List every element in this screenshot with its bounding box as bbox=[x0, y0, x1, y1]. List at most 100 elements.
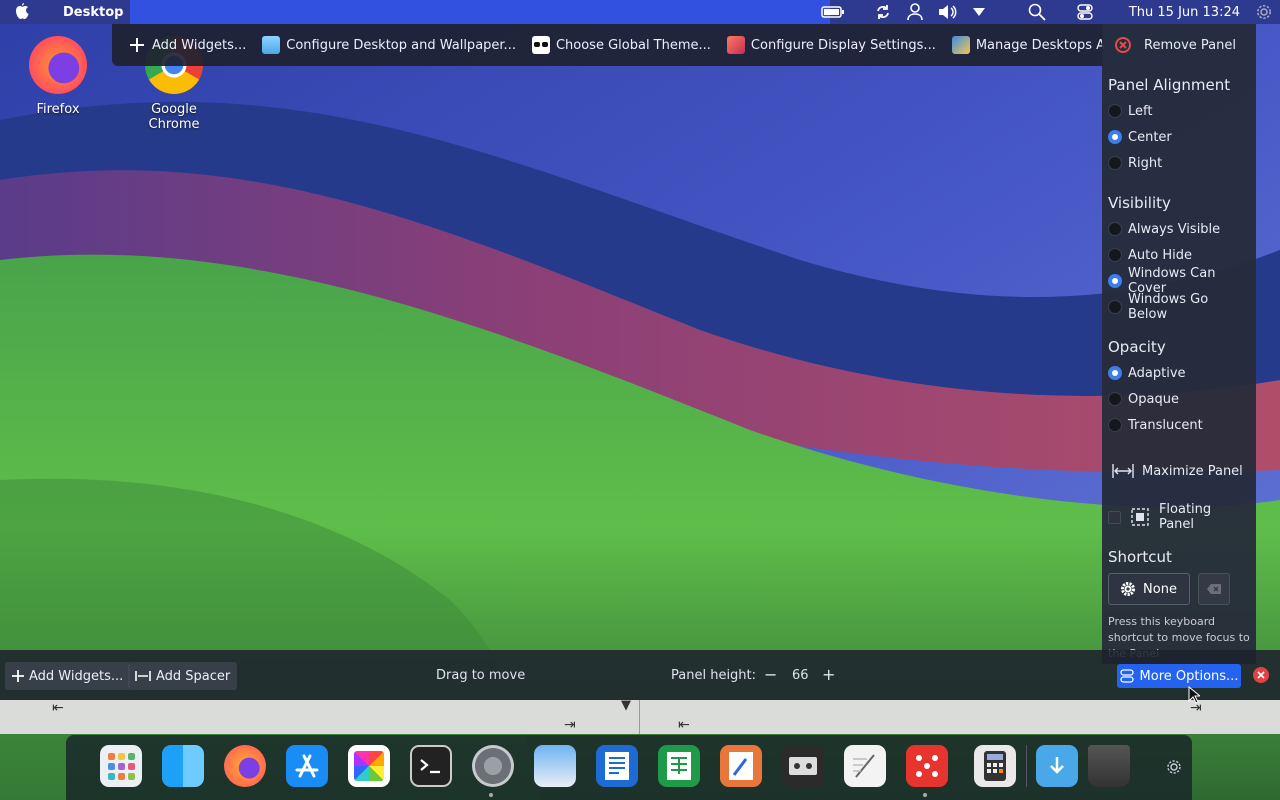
ruler-center-line bbox=[639, 700, 640, 734]
opacity-adaptive-radio[interactable]: Adaptive bbox=[1108, 360, 1250, 386]
decrease-height-button[interactable]: − bbox=[764, 665, 777, 684]
user-icon[interactable] bbox=[903, 0, 927, 24]
terminal-icon[interactable] bbox=[410, 745, 452, 787]
floating-panel-toggle[interactable]: Floating Panel bbox=[1108, 502, 1250, 532]
alignment-left-radio[interactable]: Left bbox=[1108, 98, 1250, 124]
shortcut-row: None bbox=[1108, 573, 1250, 605]
screenshot-icon[interactable] bbox=[534, 745, 576, 787]
radio-button[interactable] bbox=[1108, 248, 1122, 262]
menu-bar-highlight bbox=[130, 0, 830, 24]
clear-shortcut-button[interactable] bbox=[1198, 573, 1230, 605]
menu-bar: Desktop Thu 15 Jun 13:24 bbox=[0, 0, 1280, 24]
close-icon bbox=[1257, 671, 1265, 679]
plus-icon bbox=[12, 670, 24, 682]
remove-icon bbox=[1114, 36, 1136, 54]
dice-game-icon[interactable] bbox=[906, 745, 948, 787]
system-settings-icon[interactable] bbox=[472, 745, 514, 787]
panel-height-label: Panel height: bbox=[671, 668, 757, 683]
wallpaper-icon bbox=[262, 36, 281, 54]
dock-panel bbox=[66, 735, 1192, 800]
firefox-icon[interactable] bbox=[224, 745, 266, 787]
calc-spreadsheet-icon[interactable] bbox=[658, 745, 700, 787]
panel-settings-popup: Remove Panel Panel Alignment Left Center… bbox=[1102, 24, 1256, 664]
radio-button-selected[interactable] bbox=[1108, 366, 1122, 380]
shortcut-button[interactable]: None bbox=[1108, 573, 1190, 605]
radio-button[interactable] bbox=[1108, 300, 1122, 314]
launchpad-icon[interactable] bbox=[100, 745, 142, 787]
panel-edit-bar: Add Widgets... Add Spacer Drag to move P… bbox=[0, 650, 1280, 700]
mouse-cursor-icon bbox=[1188, 685, 1202, 708]
active-app-name[interactable]: Desktop bbox=[63, 5, 123, 20]
remove-panel-button[interactable]: Remove Panel bbox=[1108, 32, 1250, 58]
app-store-icon[interactable] bbox=[286, 745, 328, 787]
desktop-icon-firefox[interactable]: Firefox bbox=[8, 36, 108, 117]
visibility-windows-can-cover-radio[interactable]: Windows Can Cover bbox=[1108, 266, 1250, 296]
offset-handle[interactable]: ▼ bbox=[621, 698, 631, 713]
checkbox[interactable] bbox=[1108, 510, 1121, 524]
add-widgets-panel-button[interactable]: Add Widgets... bbox=[5, 662, 131, 690]
battery-icon[interactable] bbox=[821, 0, 845, 24]
radio-button-selected[interactable] bbox=[1108, 130, 1122, 144]
opacity-translucent-radio[interactable]: Translucent bbox=[1108, 412, 1250, 438]
sync-icon[interactable] bbox=[871, 0, 895, 24]
finder-icon[interactable] bbox=[162, 745, 204, 787]
apple-menu-icon[interactable] bbox=[0, 0, 44, 24]
text-editor-icon[interactable] bbox=[844, 745, 886, 787]
radio-button[interactable] bbox=[1108, 392, 1122, 406]
running-indicator bbox=[489, 793, 493, 797]
radio-button-selected[interactable] bbox=[1108, 274, 1122, 288]
writer-icon[interactable] bbox=[596, 745, 638, 787]
control-center-icon[interactable] bbox=[1073, 0, 1097, 24]
alignment-right-radio[interactable]: Right bbox=[1108, 150, 1250, 176]
cassette-icon[interactable] bbox=[782, 745, 824, 787]
left-min-handle[interactable]: ⇤ bbox=[52, 700, 64, 716]
gear-icon[interactable] bbox=[1252, 0, 1276, 24]
volume-icon[interactable] bbox=[935, 0, 959, 24]
calculator-icon[interactable] bbox=[974, 745, 1016, 787]
desktop-icon-label: Firefox bbox=[36, 102, 80, 117]
theme-icon bbox=[531, 36, 550, 54]
desktop-toolbar: Add Widgets... Configure Desktop and Wal… bbox=[112, 24, 1104, 66]
increase-height-button[interactable]: + bbox=[822, 665, 835, 684]
display-icon bbox=[726, 36, 745, 54]
dock-settings-gear-icon[interactable] bbox=[1166, 759, 1182, 779]
manage-desktops-panels-button[interactable]: Manage Desktops And Panels bbox=[951, 36, 1104, 54]
visibility-always-visible-radio[interactable]: Always Visible bbox=[1108, 216, 1250, 242]
close-edit-mode-button[interactable] bbox=[1253, 667, 1269, 683]
settings-toggle-icon bbox=[1119, 669, 1134, 683]
left-max-handle[interactable]: ⇥ bbox=[564, 717, 576, 733]
photos-icon[interactable] bbox=[348, 745, 390, 787]
add-widgets-button[interactable]: Add Widgets... bbox=[128, 36, 246, 54]
drag-to-move-label[interactable]: Drag to move bbox=[436, 668, 525, 683]
right-max-handle[interactable]: ⇤ bbox=[678, 717, 690, 733]
visibility-auto-hide-radio[interactable]: Auto Hide bbox=[1108, 242, 1250, 268]
configure-display-button[interactable]: Configure Display Settings... bbox=[726, 36, 936, 54]
opacity-opaque-radio[interactable]: Opaque bbox=[1108, 386, 1250, 412]
radio-button[interactable] bbox=[1108, 156, 1122, 170]
firefox-icon bbox=[29, 36, 87, 94]
configure-desktop-button[interactable]: Configure Desktop and Wallpaper... bbox=[262, 36, 516, 54]
chevron-down-icon[interactable] bbox=[967, 0, 991, 24]
draw-icon[interactable] bbox=[720, 745, 762, 787]
alignment-center-radio[interactable]: Center bbox=[1108, 124, 1250, 150]
panel-ruler: ⇤ ⇥ ▼ ⇤ ⇥ bbox=[0, 698, 1280, 734]
panel-height-value[interactable]: 66 bbox=[792, 668, 809, 683]
radio-button[interactable] bbox=[1108, 418, 1122, 432]
trash-icon[interactable] bbox=[1088, 745, 1130, 787]
dock-separator bbox=[1026, 745, 1027, 787]
visibility-windows-go-below-radio[interactable]: Windows Go Below bbox=[1108, 292, 1250, 322]
search-icon[interactable] bbox=[1025, 0, 1049, 24]
running-indicator bbox=[923, 793, 927, 797]
clock[interactable]: Thu 15 Jun 13:24 bbox=[1129, 5, 1240, 20]
floating-panel-icon bbox=[1131, 508, 1149, 526]
downloads-folder-icon[interactable] bbox=[1036, 745, 1078, 787]
choose-global-theme-button[interactable]: Choose Global Theme... bbox=[531, 36, 711, 54]
radio-button[interactable] bbox=[1108, 104, 1122, 118]
radio-button[interactable] bbox=[1108, 222, 1122, 236]
opacity-heading: Opacity bbox=[1108, 338, 1166, 356]
more-options-button[interactable]: More Options... bbox=[1117, 664, 1241, 688]
maximize-panel-button[interactable]: Maximize Panel bbox=[1108, 456, 1250, 486]
maximize-icon bbox=[1112, 463, 1136, 479]
plus-icon bbox=[128, 36, 146, 54]
add-spacer-button[interactable]: Add Spacer bbox=[128, 662, 238, 690]
